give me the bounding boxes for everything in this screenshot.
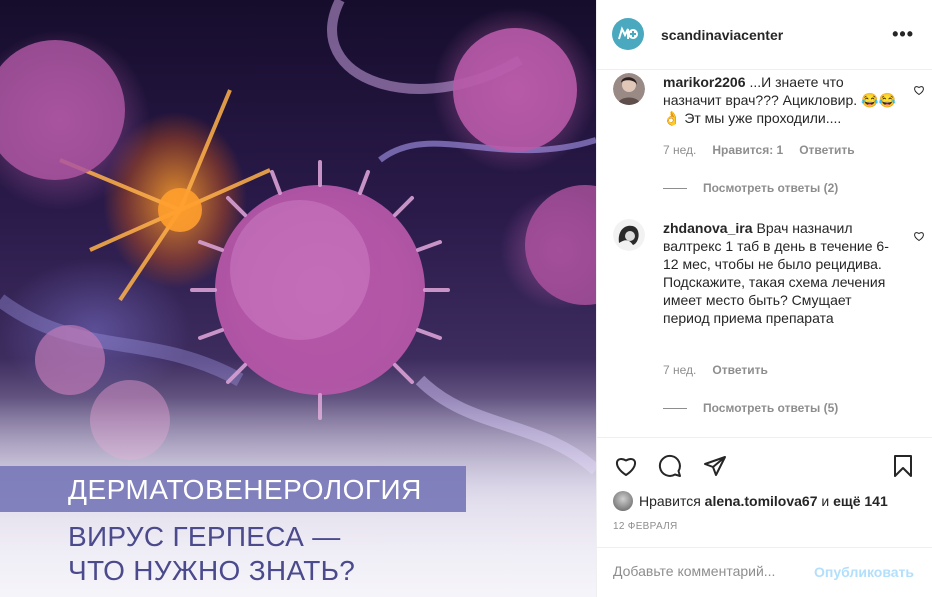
send-icon[interactable] bbox=[703, 454, 727, 478]
likes-summary: Нравится alena.tomilova67 и ещё 141 bbox=[613, 491, 888, 511]
add-comment-bar: Опубликовать bbox=[597, 547, 932, 597]
comment-likes-count[interactable]: Нравится: 1 bbox=[712, 143, 783, 157]
comment-meta: 7 нед. Ответить bbox=[663, 363, 768, 377]
post-date[interactable]: 12 ФЕВРАЛЯ bbox=[613, 521, 678, 532]
post-author-username[interactable]: scandinaviacenter bbox=[661, 27, 783, 43]
likes-count[interactable]: ещё 141 bbox=[833, 493, 888, 509]
post-side-panel: scandinaviacenter ••• marikor2206 ...И зн… bbox=[596, 0, 932, 597]
post-headline: ВИРУС ГЕРПЕСА — ЧТО НУЖНО ЗНАТЬ? bbox=[68, 520, 355, 588]
comment-like-heart-icon[interactable] bbox=[913, 84, 925, 96]
headline-line-2: ЧТО НУЖНО ЗНАТЬ? bbox=[68, 555, 356, 586]
post-image[interactable]: ДЕРМАТОВЕНЕРОЛОГИЯ ВИРУС ГЕРПЕСА — ЧТО Н… bbox=[0, 0, 596, 597]
comment-icon[interactable] bbox=[658, 454, 682, 478]
post-actions: Нравится alena.tomilova67 и ещё 141 12 Ф… bbox=[597, 437, 932, 547]
comment-age: 7 нед. bbox=[663, 143, 697, 157]
comment-like-heart-icon[interactable] bbox=[913, 230, 925, 242]
replies-line bbox=[663, 407, 687, 409]
post-header: scandinaviacenter ••• bbox=[597, 0, 932, 70]
comment-reply-button[interactable]: Ответить bbox=[712, 363, 767, 377]
brand-logo-icon[interactable] bbox=[612, 18, 644, 50]
comment-meta: 7 нед. Нравится: 1 Ответить bbox=[663, 143, 855, 157]
comment-input[interactable] bbox=[613, 563, 803, 579]
liker-avatar[interactable] bbox=[613, 491, 633, 511]
comment-age: 7 нед. bbox=[663, 363, 697, 377]
comment-reply-button[interactable]: Ответить bbox=[799, 143, 854, 157]
comment-body: zhdanova_ira Врач назначил валтрекс 1 таб… bbox=[663, 219, 897, 327]
liker-username[interactable]: alena.tomilova67 bbox=[705, 493, 818, 509]
view-replies-label[interactable]: Посмотреть ответы (2) bbox=[703, 181, 838, 195]
comment-body: marikor2206 ...И знаете что назначит врач… bbox=[663, 73, 897, 127]
replies-line bbox=[663, 187, 687, 189]
view-replies-label[interactable]: Посмотреть ответы (5) bbox=[703, 401, 838, 415]
commenter-avatar[interactable] bbox=[613, 219, 645, 251]
comment-username[interactable]: zhdanova_ira bbox=[663, 220, 752, 236]
likes-conj: и bbox=[821, 493, 830, 509]
view-replies-button[interactable]: Посмотреть ответы (5) bbox=[663, 401, 838, 415]
comments-list[interactable]: marikor2206 ...И знаете что назначит врач… bbox=[597, 71, 932, 437]
more-options-icon[interactable]: ••• bbox=[892, 24, 914, 45]
likes-prefix: Нравится bbox=[639, 493, 701, 509]
headline-line-1: ВИРУС ГЕРПЕСА — bbox=[68, 521, 341, 552]
publish-button[interactable]: Опубликовать bbox=[814, 564, 914, 580]
commenter-avatar[interactable] bbox=[613, 73, 645, 105]
bookmark-icon[interactable] bbox=[891, 454, 915, 478]
view-replies-button[interactable]: Посмотреть ответы (2) bbox=[663, 181, 838, 195]
post-category: ДЕРМАТОВЕНЕРОЛОГИЯ bbox=[68, 474, 422, 505]
heart-icon[interactable] bbox=[614, 454, 638, 478]
comment-username[interactable]: marikor2206 bbox=[663, 74, 746, 90]
